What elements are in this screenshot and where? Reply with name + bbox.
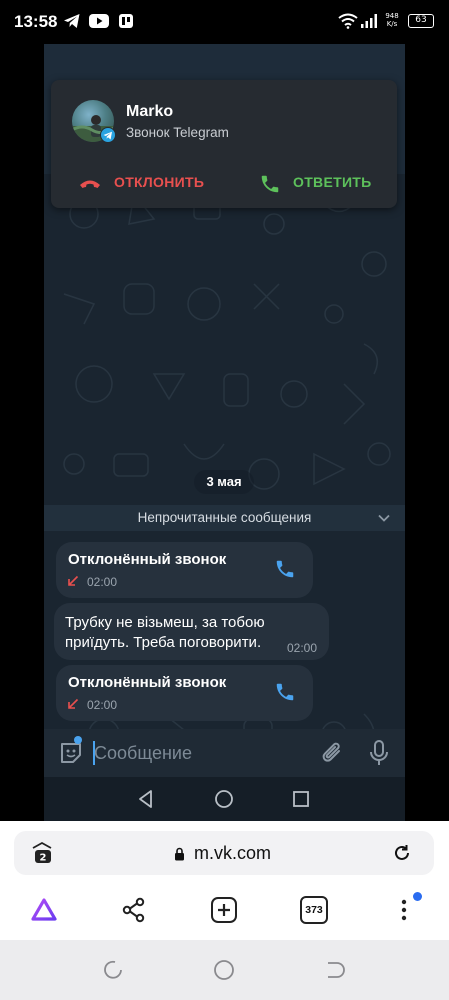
microphone-icon[interactable]	[369, 739, 389, 767]
system-navigation-bar	[0, 940, 449, 1000]
back-icon[interactable]	[135, 788, 157, 810]
reload-icon[interactable]	[392, 843, 412, 863]
lock-icon	[175, 847, 184, 861]
tabs-count-small: 2	[40, 853, 47, 864]
declined-arrow-icon	[68, 575, 79, 586]
incoming-call-notification[interactable]: Marko Звонок Telegram ОТКЛОНИТЬ ОТВЕТИТЬ	[51, 80, 397, 208]
menu-notification-dot	[413, 892, 422, 901]
answer-call-icon[interactable]	[259, 173, 281, 195]
sticker-icon[interactable]	[58, 740, 84, 766]
new-tab-icon[interactable]	[210, 896, 238, 924]
alice-assistant-icon[interactable]	[30, 896, 58, 924]
attach-icon[interactable]	[320, 740, 346, 766]
call-subtitle: Звонок Telegram	[126, 125, 229, 140]
browser-toolbar: 2 m.vk.com 373	[0, 821, 449, 940]
status-time: 13:58	[14, 12, 58, 31]
message-time: 02:00	[87, 698, 118, 712]
answer-button[interactable]: ОТВЕТИТЬ	[293, 174, 372, 190]
caller-name: Marko	[126, 103, 174, 120]
wifi-icon	[338, 13, 358, 29]
share-icon[interactable]	[120, 896, 148, 924]
message-text: Трубку не візьмеш, за тобою приїдуть. Тр…	[65, 614, 265, 651]
app-icon	[118, 13, 134, 29]
missed-call-message[interactable]: Отклонённый звонок 02:00	[56, 542, 313, 598]
screenshot-nav-bar	[44, 777, 405, 821]
unread-messages-divider: Непрочитанные сообщения	[44, 505, 405, 531]
declined-arrow-icon	[68, 698, 79, 709]
recents-icon[interactable]	[102, 959, 124, 981]
message-time: 02:00	[87, 575, 118, 589]
back-icon[interactable]	[325, 959, 347, 981]
text-message[interactable]: Трубку не візьмеш, за тобою приїдуть. Тр…	[54, 603, 329, 660]
tabs-count-button[interactable]: 373	[300, 896, 328, 924]
more-menu-icon[interactable]	[390, 896, 418, 924]
decline-button[interactable]: ОТКЛОНИТЬ	[114, 174, 204, 190]
telegram-icon	[63, 13, 81, 29]
message-input[interactable]: Сообщение	[94, 743, 192, 764]
call-title: Отклонённый звонок	[68, 674, 227, 691]
phone-icon[interactable]	[274, 681, 296, 703]
net-speed: 948 K/s	[385, 12, 399, 28]
battery-icon: 63	[408, 14, 434, 28]
home-icon[interactable]	[213, 959, 235, 981]
message-composer: Сообщение	[44, 729, 405, 777]
url-text[interactable]: m.vk.com	[194, 843, 271, 864]
missed-call-message[interactable]: Отклонённый звонок 02:00	[56, 665, 313, 721]
status-bar: 13:58 948 K/s 63	[0, 0, 449, 44]
address-bar[interactable]: 2 m.vk.com	[14, 831, 434, 875]
notification-dot	[74, 736, 82, 744]
decline-call-icon[interactable]	[78, 176, 102, 190]
recents-icon[interactable]	[290, 788, 312, 810]
phone-icon[interactable]	[274, 558, 296, 580]
youtube-icon	[89, 13, 109, 29]
message-time: 02:00	[287, 641, 318, 655]
signal-icon	[360, 13, 378, 29]
telegram-badge-icon	[100, 127, 116, 143]
date-chip: 3 мая	[194, 470, 254, 494]
call-title: Отклонённый звонок	[68, 551, 227, 568]
chevron-down-icon[interactable]	[377, 511, 391, 525]
tabs-switcher-icon[interactable]: 2	[30, 841, 54, 865]
home-icon[interactable]	[213, 788, 235, 810]
